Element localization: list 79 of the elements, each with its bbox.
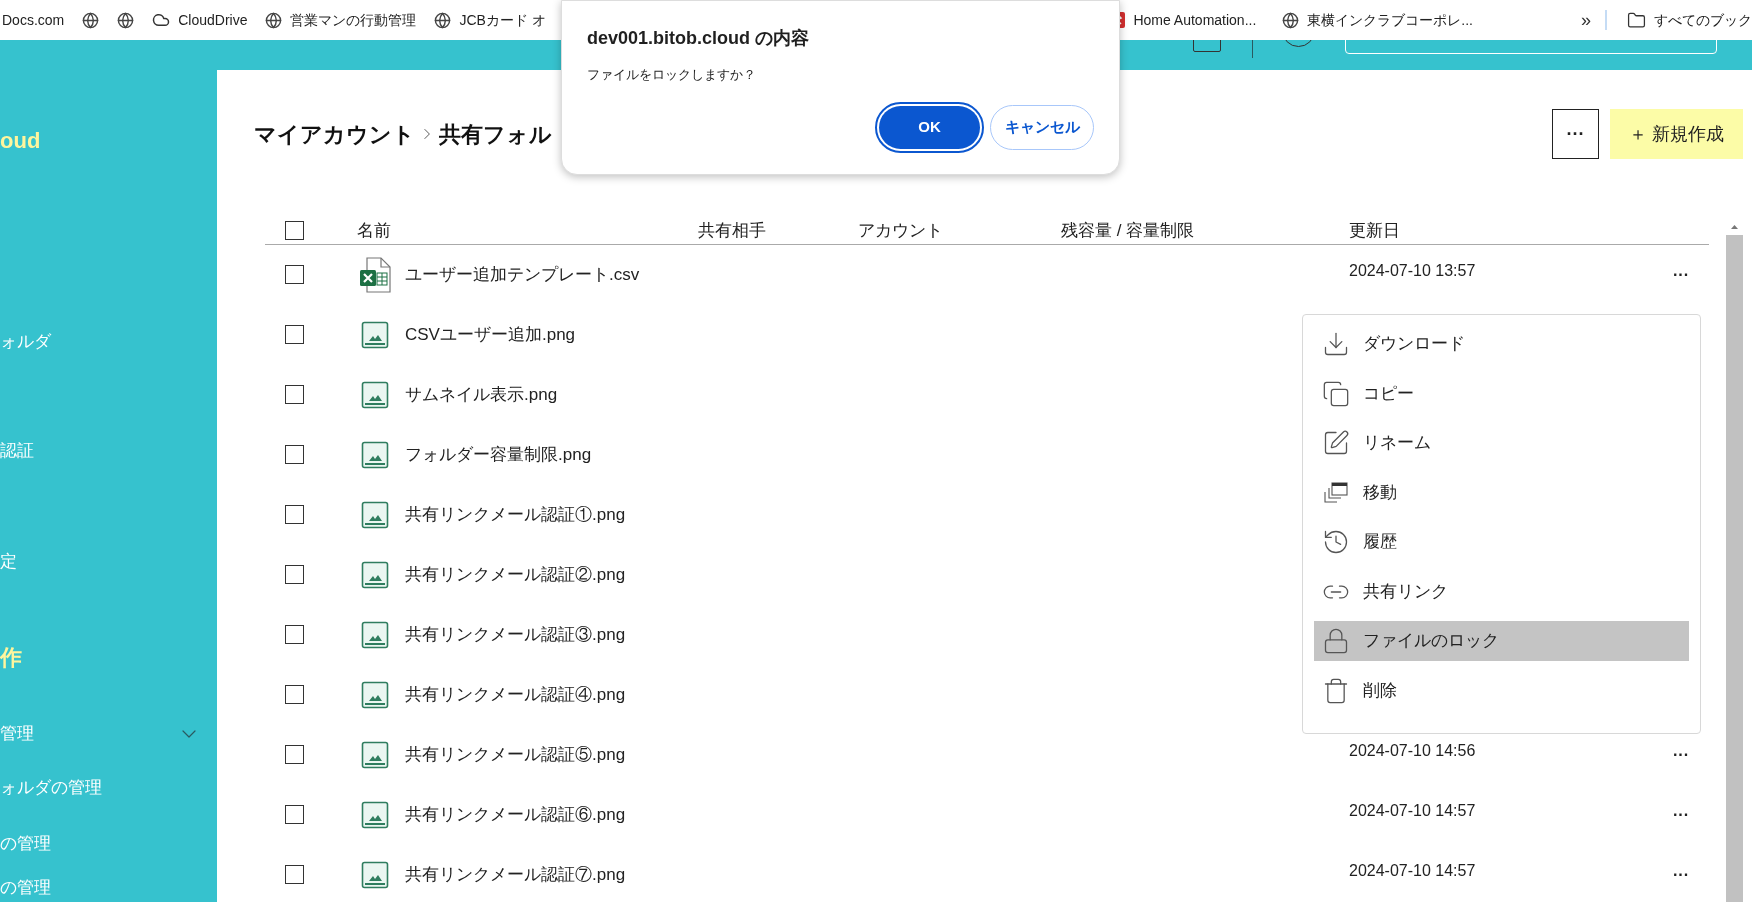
file-name[interactable]: 共有リンクメール認証③.png [405,621,626,648]
file-name[interactable]: 共有リンクメール認証①.png [405,501,626,528]
column-header[interactable]: 残容量 / 容量制限 [1061,221,1195,240]
column-header[interactable]: 共有相手 [698,221,766,240]
image-file-icon [361,800,389,829]
history-icon [1322,528,1350,556]
file-name[interactable]: 共有リンクメール認証⑥.png [405,801,626,828]
copy-icon [1322,379,1350,408]
checkbox[interactable] [285,265,304,284]
checkbox[interactable] [285,745,304,764]
lock-icon [1322,627,1350,655]
scrollbar-thumb[interactable] [1726,235,1743,902]
overflow-chevrons[interactable]: » [1581,6,1591,34]
column-header[interactable]: 名前 [357,221,391,240]
checkbox[interactable] [285,565,304,584]
checkbox[interactable] [285,685,304,704]
checkbox[interactable] [285,865,304,884]
file-name[interactable]: CSVユーザー追加.png [405,321,576,348]
row-menu-button[interactable]: ··· [1669,746,1693,763]
image-file-icon [361,560,389,589]
more-button[interactable]: ··· [1552,109,1599,159]
row-menu-button[interactable]: ··· [1669,866,1693,883]
file-name[interactable]: 共有リンクメール認証⑦.png [405,861,626,888]
bookmark-folder[interactable]: すべてのブック [1627,9,1752,31]
image-file-icon [361,380,389,409]
file-name[interactable]: 共有リンクメール認証④.png [405,681,626,708]
image-file-icon [361,500,389,529]
bookmark[interactable]: JCBカード オ [432,6,548,34]
file-name[interactable]: サムネイル表示.png [405,381,558,408]
globe-icon [434,11,452,29]
image-file-icon [361,860,389,889]
checkbox[interactable] [285,445,304,464]
trash-icon [1322,676,1350,705]
checkbox[interactable] [285,221,304,241]
download-icon [1322,330,1350,358]
bookmark[interactable]: CloudDrive [150,6,250,34]
cloud-icon [152,11,171,29]
breadcrumb-item: 共有フォル [439,120,552,149]
updated-date: 2024-07-10 13:57 [1349,261,1476,279]
file-name[interactable]: ユーザー追加テンプレート.csv [405,261,640,288]
row-menu-button[interactable]: ··· [1669,806,1693,823]
cancel-button[interactable]: キャンセル [990,104,1094,150]
dialog-title: dev001.bitob.cloud の内容 [587,27,811,50]
column-header[interactable]: アカウント [858,221,943,240]
updated-date: 2024-07-10 14:57 [1349,801,1476,819]
globe-icon [265,11,283,29]
bookmark[interactable]: 東横インクラブコーポレ... [1280,6,1475,34]
file-name[interactable]: 共有リンクメール認証②.png [405,561,626,588]
dialog-message: ファイルをロックしますか？ [587,66,757,84]
globe-icon [1282,11,1300,29]
checkbox[interactable] [285,625,304,644]
column-header[interactable]: 更新日 [1349,221,1400,240]
updated-date: 2024-07-10 14:56 [1349,741,1476,759]
file-name[interactable]: フォルダー容量制限.png [405,441,592,468]
chevron-right-icon [423,127,431,141]
image-file-icon [361,680,389,709]
image-file-icon [361,440,389,469]
image-file-icon [361,740,389,769]
globe-icon [82,11,100,29]
breadcrumb-item[interactable]: マイアカウント [254,117,415,151]
menu-item[interactable]: ファイルのロック [1314,621,1689,661]
checkbox[interactable] [285,805,304,824]
file-name[interactable]: 共有リンクメール認証⑤.png [405,741,626,768]
checkbox[interactable] [285,325,304,344]
image-file-icon [361,620,389,649]
globe-icon [117,11,135,29]
new-button[interactable]: ＋ 新規作成 [1610,109,1743,159]
spreadsheet-icon [359,256,391,293]
bookmark[interactable]: Docs.com [0,6,67,34]
checkbox[interactable] [285,505,304,524]
row-menu-button[interactable]: ··· [1669,266,1693,283]
checkbox[interactable] [285,385,304,404]
brand-name: oud [0,127,42,155]
section-heading: 作 [0,644,23,672]
image-file-icon [361,320,389,349]
folder-icon [1627,10,1646,30]
edit-icon [1322,429,1350,457]
bookmark[interactable]: 営業マンの行動管理 [263,6,419,34]
updated-date: 2024-07-10 14:57 [1349,861,1476,879]
